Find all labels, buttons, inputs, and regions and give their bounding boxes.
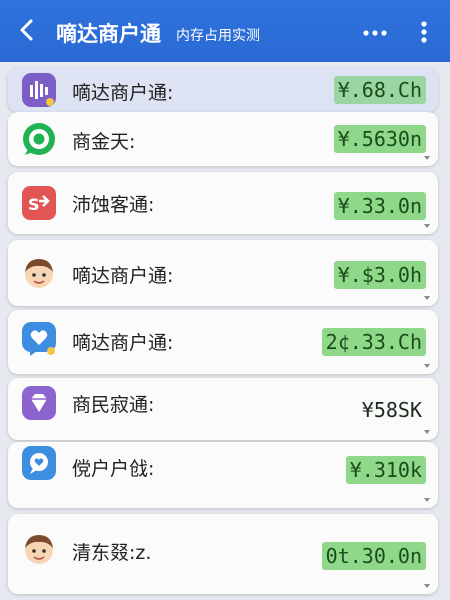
- more-icon[interactable]: [360, 18, 390, 44]
- list-item[interactable]: 清东叕:z. 0t.30.0n: [8, 514, 438, 594]
- chevron-down-icon[interactable]: [424, 498, 430, 502]
- merchant-amount: 0t.30.0n: [321, 542, 426, 570]
- list-item[interactable]: 嘀达商户通: ¥.68.Ch: [8, 68, 438, 112]
- chevron-down-icon[interactable]: [424, 584, 430, 588]
- avatar-icon: [22, 256, 56, 290]
- merchant-name: 嘀达商户通:: [72, 332, 174, 354]
- chevron-down-icon[interactable]: [424, 430, 430, 434]
- merchant-name: 商金天:: [72, 131, 136, 153]
- audio-waves-icon: [22, 73, 56, 107]
- merchant-amount: ¥.33.0n: [333, 192, 426, 220]
- chevron-down-icon[interactable]: [424, 156, 430, 160]
- merchant-amount: 2¢.33.Ch: [321, 328, 426, 356]
- list-item[interactable]: 商民寂通: ¥58SK: [8, 378, 438, 440]
- heart-bubble-icon: [22, 322, 56, 356]
- merchant-amount: ¥.310k: [345, 456, 426, 484]
- back-icon[interactable]: [14, 17, 40, 43]
- avatar-icon: [22, 532, 56, 566]
- merchant-name: 沛蚀客通:: [72, 194, 155, 216]
- merchant-name: 清东叕:z.: [72, 542, 152, 564]
- chat-bubble-icon: [22, 446, 56, 480]
- gem-icon: [22, 386, 56, 420]
- svg-text:S: S: [28, 195, 40, 214]
- page-title: 嘀达商户通: [56, 22, 161, 46]
- merchant-name: 嘀达商户通:: [72, 82, 174, 104]
- merchant-name: 嘀达商户通:: [72, 265, 174, 287]
- merchant-name: 商民寂通:: [72, 394, 155, 416]
- list-item[interactable]: 傥户户戗: ¥.310k: [8, 442, 438, 508]
- list-item[interactable]: 商金天: ¥.5630n: [8, 112, 438, 166]
- merchant-amount: ¥.5630n: [333, 125, 426, 153]
- page-subtitle: 内存占用实测: [176, 28, 260, 44]
- merchant-list: 嘀达商户通: ¥.68.Ch 商金天: ¥.5630n S 沛蚀客通: ¥.33…: [0, 62, 450, 600]
- chevron-down-icon[interactable]: [424, 364, 430, 368]
- app-header: 嘀达商户通 内存占用实测: [0, 0, 450, 62]
- kebab-menu-icon[interactable]: [414, 18, 434, 46]
- chat-ring-icon: [22, 122, 56, 156]
- merchant-name: 傥户户戗:: [72, 458, 155, 480]
- list-item[interactable]: 嘀达商户通: 2¢.33.Ch: [8, 310, 438, 374]
- list-item[interactable]: S 沛蚀客通: ¥.33.0n: [8, 172, 438, 234]
- chevron-down-icon[interactable]: [424, 224, 430, 228]
- list-item[interactable]: 嘀达商户通: ¥.$3.0h: [8, 240, 438, 306]
- merchant-amount: ¥58SK: [361, 398, 422, 422]
- merchant-amount: ¥.68.Ch: [333, 76, 426, 104]
- transfer-icon: S: [22, 186, 56, 220]
- merchant-amount: ¥.$3.0h: [333, 261, 426, 289]
- chevron-down-icon[interactable]: [424, 296, 430, 300]
